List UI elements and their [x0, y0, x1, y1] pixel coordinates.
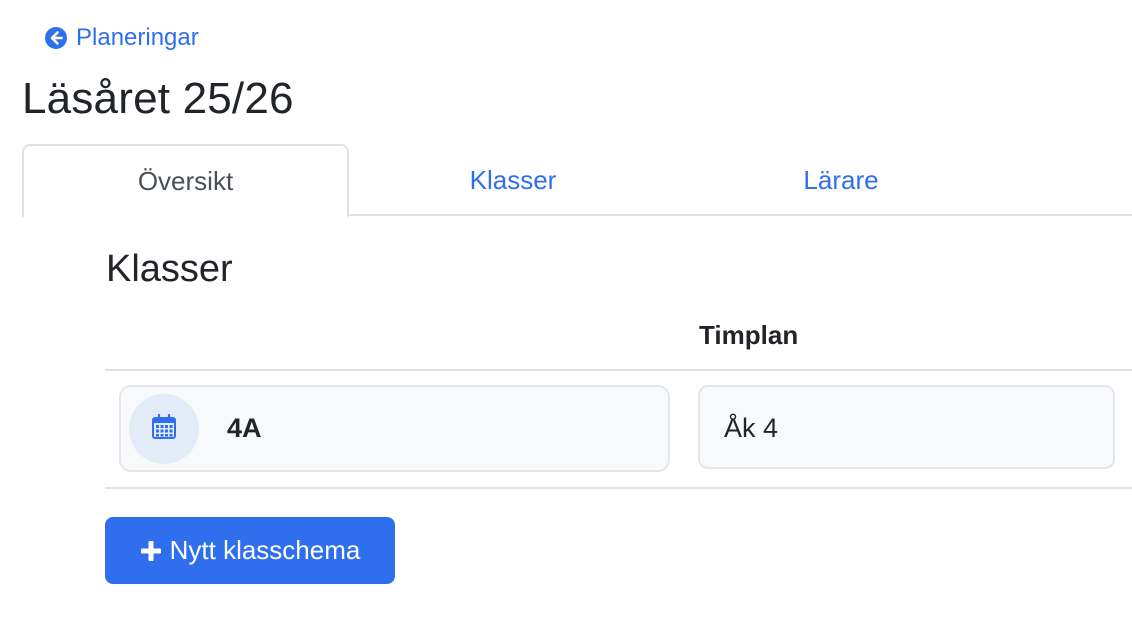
- timplan-card[interactable]: Åk 4: [698, 385, 1115, 469]
- class-name: 4A: [227, 413, 262, 443]
- tab-bar: Översikt Klasser Lärare: [22, 144, 1132, 218]
- page-title: Läsåret 25/26: [22, 74, 294, 123]
- class-card-4a[interactable]: 4A: [119, 385, 670, 472]
- tab-larare[interactable]: Lärare: [677, 144, 1005, 216]
- calendar-icon: [150, 413, 178, 446]
- section-title: Klasser: [106, 248, 233, 290]
- column-header-timplan: Timplan: [699, 320, 799, 350]
- plus-icon: [140, 540, 162, 562]
- tab-klasser[interactable]: Klasser: [349, 144, 677, 216]
- back-link-planeringar[interactable]: Planeringar: [44, 24, 199, 52]
- new-class-schedule-button[interactable]: Nytt klasschema: [105, 517, 395, 584]
- table-footer-divider: [105, 487, 1132, 489]
- table-header-divider: [105, 369, 1132, 371]
- new-class-schedule-label: Nytt klasschema: [169, 535, 361, 565]
- calendar-icon-badge: [129, 394, 199, 464]
- arrow-left-circle-icon: [44, 26, 68, 50]
- back-link-label: Planeringar: [76, 24, 199, 51]
- tab-oversikt[interactable]: Översikt: [22, 144, 349, 218]
- page: Planeringar Läsåret 25/26 Översikt Klass…: [0, 0, 1132, 628]
- timplan-value: Åk 4: [724, 413, 779, 443]
